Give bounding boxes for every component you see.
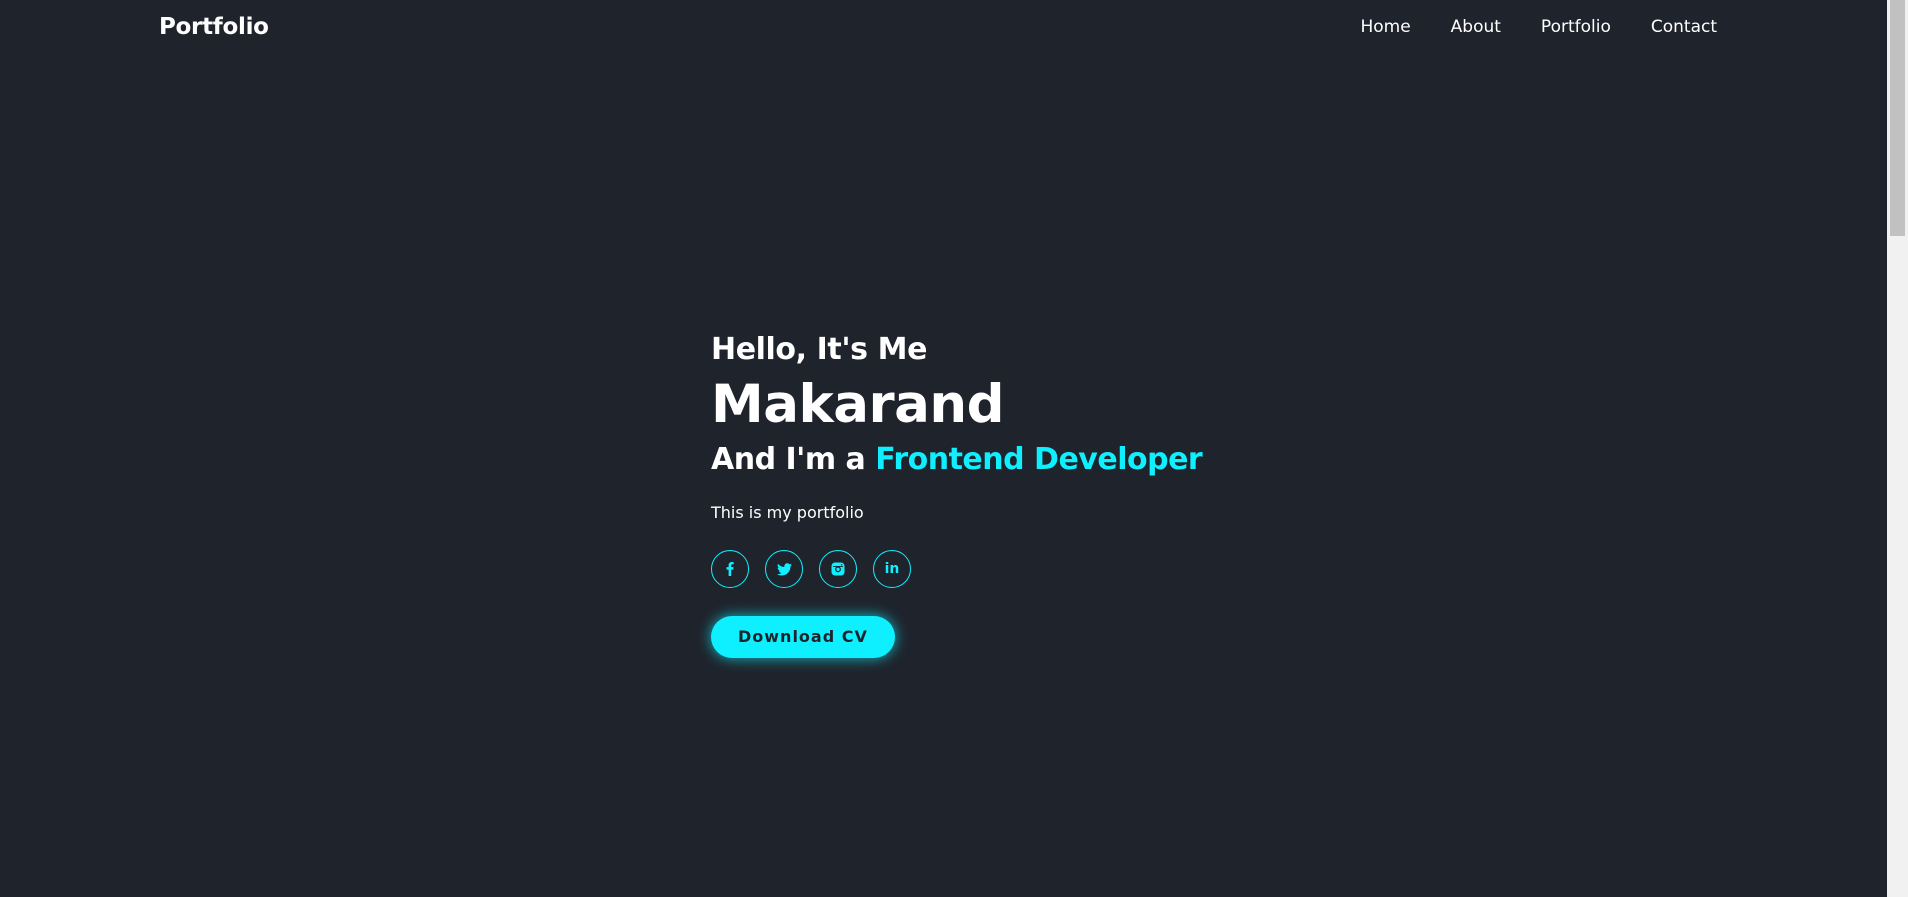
- nav-link-about[interactable]: About: [1451, 15, 1501, 39]
- site-logo[interactable]: Portfolio: [159, 12, 269, 42]
- scrollbar-thumb[interactable]: [1890, 0, 1905, 236]
- linkedin-icon: in: [884, 561, 900, 577]
- instagram-icon: [831, 562, 845, 576]
- hero-role-highlight: Frontend Developer: [875, 442, 1203, 477]
- hero-name: Makarand: [711, 374, 1005, 435]
- main-nav: Home About Portfolio Contact: [1360, 15, 1717, 39]
- hero-role-prefix: And I'm a: [711, 442, 866, 477]
- nav-link-contact[interactable]: Contact: [1651, 15, 1717, 39]
- twitter-icon: [776, 562, 792, 576]
- page: Portfolio Home About Portfolio Contact H…: [0, 0, 1908, 897]
- facebook-icon: [726, 562, 734, 576]
- instagram-link[interactable]: [819, 550, 857, 588]
- twitter-link[interactable]: [765, 550, 803, 588]
- hero-tagline: This is my portfolio: [711, 503, 864, 522]
- viewport: Portfolio Home About Portfolio Contact H…: [0, 0, 1887, 897]
- social-links: in: [711, 550, 1202, 588]
- linkedin-link[interactable]: in: [873, 550, 911, 588]
- hero-section: Hello, It's Me Makarand And I'm a Fronte…: [711, 330, 1203, 658]
- facebook-link[interactable]: [711, 550, 749, 588]
- vertical-scrollbar[interactable]: [1887, 0, 1908, 897]
- hero-greeting: Hello, It's Me: [711, 332, 928, 367]
- hero-role: And I'm a Frontend Developer: [711, 440, 1203, 480]
- download-cv-button[interactable]: Download CV: [711, 616, 895, 658]
- nav-link-portfolio[interactable]: Portfolio: [1541, 15, 1611, 39]
- nav-link-home[interactable]: Home: [1360, 15, 1410, 39]
